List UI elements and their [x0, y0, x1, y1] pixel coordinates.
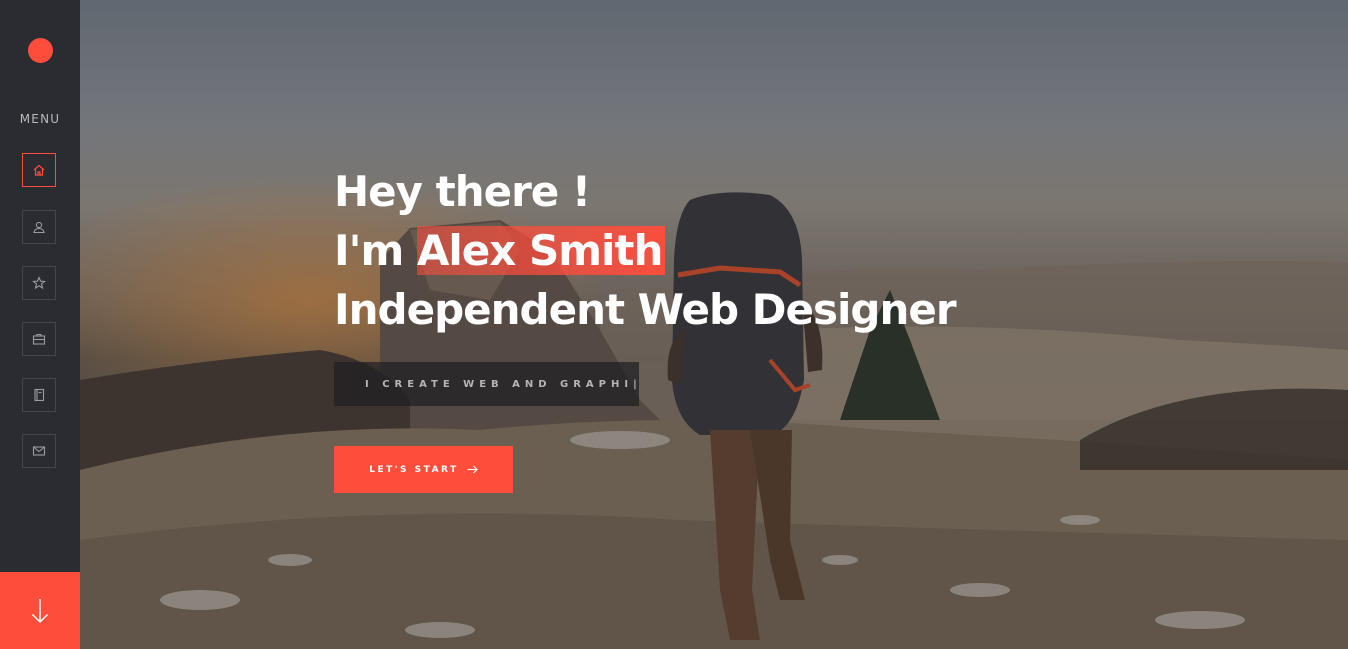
headline-greeting: Hey there ! [334, 167, 591, 216]
nav-blog-button[interactable] [22, 378, 56, 412]
headline-intro: I'm Alex Smith [334, 221, 956, 280]
scroll-down-button[interactable] [0, 572, 80, 649]
star-icon [32, 276, 46, 290]
nav-home-button[interactable] [22, 153, 56, 187]
lets-start-label: LET'S START [369, 464, 459, 475]
headline-intro-prefix: I'm [334, 226, 417, 275]
logo-dot[interactable] [28, 38, 53, 63]
hero-section: Hey there ! I'm Alex Smith Independent W… [80, 0, 1348, 649]
book-icon [34, 388, 45, 402]
headline-name: Alex Smith [416, 226, 666, 275]
nav-portfolio-button[interactable] [22, 322, 56, 356]
nav-contact-button[interactable] [22, 434, 56, 468]
arrow-right-icon [467, 465, 478, 474]
arrow-down-icon [31, 598, 49, 623]
mail-icon [32, 446, 46, 456]
nav-services-button[interactable] [22, 266, 56, 300]
headline-role: Independent Web Designer [334, 285, 957, 334]
lets-start-button[interactable]: LET'S START [334, 446, 513, 493]
hero-headline: Hey there ! I'm Alex Smith Independent W… [334, 162, 957, 339]
briefcase-icon [32, 333, 46, 345]
typing-tagline: I CREATE WEB AND GRAPHI| [334, 362, 639, 406]
menu-label: MENU [19, 112, 61, 126]
sidebar: MENU [0, 0, 80, 649]
nav-about-button[interactable] [22, 210, 56, 244]
user-icon [33, 221, 45, 234]
home-icon [33, 164, 45, 176]
